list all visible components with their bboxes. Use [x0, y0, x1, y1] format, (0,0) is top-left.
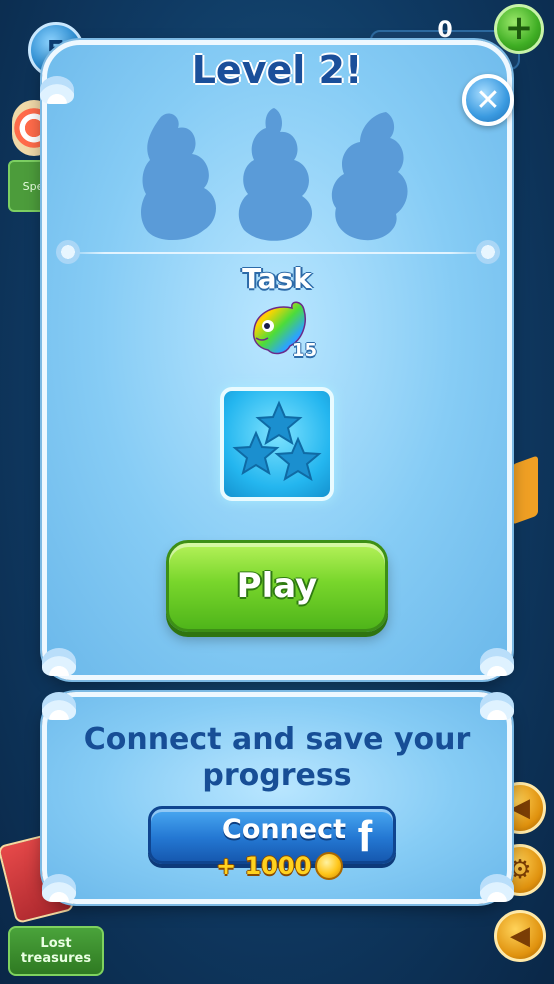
shell-decoration-icon	[42, 874, 76, 902]
add-coins-button[interactable]: +	[494, 4, 544, 54]
shell-ornament-icon	[476, 240, 500, 264]
shell-decoration-icon	[42, 648, 76, 676]
connect-button-label: Connect	[222, 814, 347, 845]
plus-icon: +	[504, 8, 534, 48]
connect-reward: + 1000	[216, 850, 344, 882]
shell-decoration-icon	[480, 874, 514, 902]
empty-shell-icon	[331, 112, 408, 241]
background-decoration	[512, 455, 538, 525]
shell-decoration-icon	[480, 692, 514, 720]
play-button[interactable]: Play	[166, 540, 388, 632]
back-arrow-icon: ◀	[510, 921, 530, 951]
shell-ornament-icon	[56, 240, 80, 264]
star-shells	[0, 104, 554, 249]
stars-booster-tile[interactable]	[220, 387, 334, 501]
shell-decoration-icon	[42, 692, 76, 720]
reward-amount: + 1000	[216, 852, 312, 880]
task-label: Task	[242, 262, 312, 295]
play-label: Play	[236, 566, 318, 606]
back-button[interactable]: ◀	[494, 910, 546, 962]
divider	[62, 252, 492, 254]
lost-treasures-button[interactable]: Lost treasures	[8, 926, 104, 976]
empty-shell-icon	[238, 108, 313, 241]
arrow-icon: ◀	[510, 793, 530, 823]
shell-decoration-icon	[480, 648, 514, 676]
task-count: 15	[292, 340, 318, 361]
connect-message: Connect and save your progress	[83, 722, 471, 793]
lost-treasures-label: Lost treasures	[20, 936, 92, 966]
empty-shell-icon	[141, 113, 216, 241]
coin-icon	[315, 852, 344, 880]
facebook-icon: f	[357, 812, 373, 861]
stars-booster-icon	[232, 400, 322, 482]
